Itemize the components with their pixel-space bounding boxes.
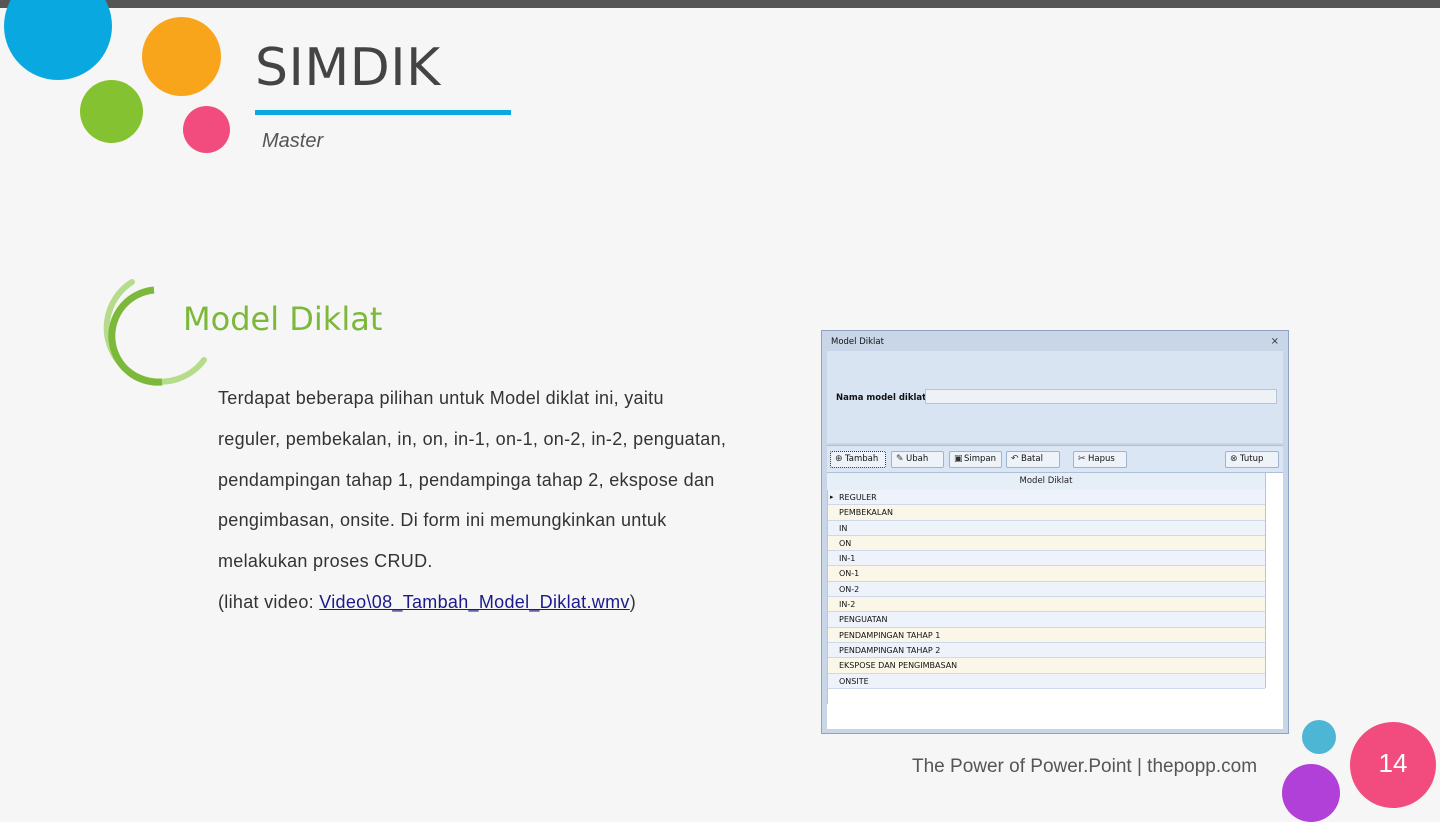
grid-rows: ▸ REGULER PEMBEKALAN IN ON IN-1 ON-1 ON-2… bbox=[827, 490, 1265, 689]
ubah-button[interactable]: ✎ Ubah bbox=[891, 451, 944, 468]
row-cell: PEMBEKALAN bbox=[839, 508, 893, 518]
table-row[interactable]: EKSPOSE DAN PENGIMBASAN bbox=[827, 658, 1265, 674]
close-circle-icon: ⊗ bbox=[1230, 454, 1238, 464]
decor-circle-blue bbox=[4, 0, 112, 80]
body-text: Terdapat beberapa pilihan untuk Model di… bbox=[218, 378, 788, 623]
row-cell: IN-2 bbox=[839, 600, 856, 610]
batal-button[interactable]: ↶ Batal bbox=[1006, 451, 1060, 468]
model-diklat-window: Model Diklat ⨯ Nama model diklat: ⊕ Tamba… bbox=[821, 330, 1289, 734]
delete-icon: ✂ bbox=[1078, 454, 1086, 464]
row-cell: PENDAMPINGAN TAHAP 2 bbox=[839, 645, 941, 655]
table-row[interactable]: PEMBEKALAN bbox=[827, 505, 1265, 521]
table-row[interactable]: PENGUATAN bbox=[827, 612, 1265, 628]
simpan-label: Simpan bbox=[964, 454, 997, 464]
decor-circle-purple bbox=[1282, 764, 1340, 822]
video-prefix: (lihat video: bbox=[218, 591, 320, 612]
grid-left-border bbox=[827, 490, 828, 704]
row-cell: REGULER bbox=[839, 493, 877, 502]
tambah-button[interactable]: ⊕ Tambah bbox=[830, 451, 886, 468]
grid-column-header[interactable]: Model Diklat bbox=[827, 473, 1265, 491]
row-cell: ON-1 bbox=[839, 569, 860, 579]
row-cell: ONSITE bbox=[839, 676, 869, 686]
table-row[interactable]: ON-2 bbox=[827, 581, 1265, 598]
tambah-label: Tambah bbox=[845, 454, 879, 464]
row-cell: ON bbox=[839, 538, 852, 548]
body-line: melakukan proses CRUD. bbox=[218, 551, 433, 572]
tutup-label: Tutup bbox=[1240, 454, 1264, 464]
ubah-label: Ubah bbox=[906, 454, 929, 464]
grid-right-border bbox=[1265, 473, 1266, 688]
table-row[interactable]: PENDAMPINGAN TAHAP 2 bbox=[827, 642, 1265, 659]
form-panel: Nama model diklat: bbox=[827, 351, 1283, 443]
body-line: reguler, pembekalan, in, on, in-1, on-1,… bbox=[218, 428, 727, 449]
simpan-button[interactable]: ▣Simpan bbox=[949, 451, 1002, 468]
window-title: Model Diklat bbox=[831, 337, 884, 347]
section-title: Model Diklat bbox=[183, 300, 383, 338]
window-titlebar: Model Diklat ⨯ bbox=[822, 331, 1288, 351]
table-row[interactable]: IN bbox=[827, 520, 1265, 536]
page-number: 14 bbox=[1378, 748, 1408, 778]
decor-circle-teal bbox=[1302, 720, 1336, 754]
video-reference: (lihat video: Video\08_Tambah_Model_Dikl… bbox=[218, 582, 788, 623]
table-row[interactable]: ONSITE bbox=[827, 673, 1265, 689]
top-bar bbox=[0, 0, 1440, 8]
tutup-button[interactable]: ⊗ Tutup bbox=[1225, 451, 1279, 468]
footer-text: The Power of Power.Point | thepopp.com bbox=[912, 756, 1258, 777]
close-icon[interactable]: ⨯ bbox=[1271, 336, 1279, 347]
row-cell: PENDAMPINGAN TAHAP 1 bbox=[839, 630, 941, 640]
title-underline bbox=[255, 110, 511, 115]
hapus-button[interactable]: ✂ Hapus bbox=[1073, 451, 1127, 468]
table-row[interactable]: ON-1 bbox=[827, 566, 1265, 582]
row-selector-icon: ▸ bbox=[830, 493, 834, 501]
slide-title: SIMDIK bbox=[255, 38, 441, 98]
row-cell: ON-2 bbox=[839, 584, 860, 594]
table-row[interactable]: ON bbox=[827, 535, 1265, 552]
decor-circle-orange bbox=[142, 17, 221, 96]
model-diklat-grid: Model Diklat ▸ REGULER PEMBEKALAN IN ON I… bbox=[827, 473, 1283, 729]
row-cell: PENGUATAN bbox=[839, 615, 888, 625]
window-toolbar: ⊕ Tambah ✎ Ubah ▣Simpan ↶ Batal ✂ Hapus ⊗ Tut… bbox=[827, 445, 1283, 473]
body-line: pengimbasan, onsite. Di form ini memungk… bbox=[218, 510, 667, 531]
decor-circle-green bbox=[80, 80, 143, 143]
hapus-label: Hapus bbox=[1088, 454, 1115, 464]
row-cell: EKSPOSE DAN PENGIMBASAN bbox=[839, 661, 958, 671]
slide-subtitle: Master bbox=[262, 130, 324, 152]
undo-icon: ↶ bbox=[1011, 454, 1019, 464]
add-icon: ⊕ bbox=[835, 454, 843, 464]
nama-model-diklat-label: Nama model diklat: bbox=[836, 393, 930, 403]
table-row[interactable]: IN-1 bbox=[827, 551, 1265, 567]
video-suffix: ) bbox=[629, 591, 636, 612]
row-cell: IN-1 bbox=[839, 554, 856, 564]
row-cell: IN bbox=[839, 523, 848, 533]
body-line: pendampingan tahap 1, pendampinga tahap … bbox=[218, 469, 715, 490]
table-row[interactable]: IN-2 bbox=[827, 597, 1265, 613]
edit-icon: ✎ bbox=[896, 454, 904, 464]
nama-model-diklat-input[interactable] bbox=[925, 389, 1277, 404]
video-link[interactable]: Video\08_Tambah_Model_Diklat.wmv bbox=[319, 592, 629, 612]
table-row[interactable]: ▸ REGULER bbox=[827, 490, 1265, 506]
body-line: Terdapat beberapa pilihan untuk Model di… bbox=[218, 388, 664, 408]
decor-circle-pink bbox=[183, 106, 230, 153]
save-icon: ▣ bbox=[954, 454, 963, 464]
batal-label: Batal bbox=[1021, 454, 1043, 464]
table-row[interactable]: PENDAMPINGAN TAHAP 1 bbox=[827, 627, 1265, 643]
